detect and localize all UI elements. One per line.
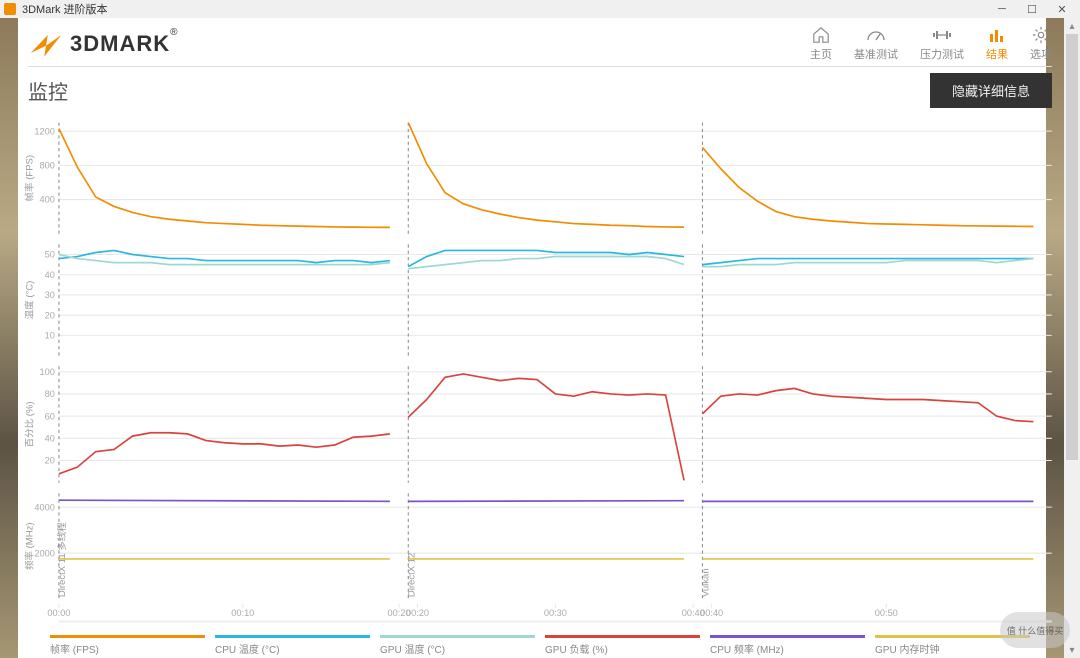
bars-icon xyxy=(986,26,1008,44)
primary-nav: 主页 基准测试 压力测试 结果 选项 xyxy=(810,26,1052,62)
watermark: 值 什么值得买 xyxy=(1000,612,1070,648)
app-header: 3DMARK® 主页 基准测试 压力测试 结果 选项 xyxy=(0,18,1080,66)
window-titlebar: 3DMark 进阶版本 ─ ☐ ✕ xyxy=(0,0,1080,18)
nav-stress[interactable]: 压力测试 xyxy=(920,26,964,62)
svg-text:00:00: 00:00 xyxy=(47,608,70,618)
legend-bar: 帧率 (FPS) CPU 温度 (°C) GPU 温度 (°C) GPU 负载 … xyxy=(0,631,1080,658)
nav-results[interactable]: 结果 xyxy=(986,26,1008,62)
nav-options[interactable]: 选项 xyxy=(1030,26,1052,62)
app-logo-icon xyxy=(4,3,16,15)
svg-text:20: 20 xyxy=(45,310,55,320)
legend-cpu-freq: CPU 频率 (MHz) xyxy=(710,635,875,656)
legend-cpu-temp: CPU 温度 (°C) xyxy=(215,635,380,656)
minimize-button[interactable]: ─ xyxy=(988,1,1016,17)
nav-home[interactable]: 主页 xyxy=(810,26,832,62)
section-row: 监控 隐藏详细信息 xyxy=(0,67,1080,108)
svg-text:60: 60 xyxy=(45,411,55,421)
svg-text:10: 10 xyxy=(45,330,55,340)
app-container: 3DMARK® 主页 基准测试 压力测试 结果 选项 监控 隐藏详细信息 00:… xyxy=(0,18,1080,658)
maximize-button[interactable]: ☐ xyxy=(1018,1,1046,17)
chart-svg: 00:0000:1000:2000:2000:3000:4000:4000:50… xyxy=(18,112,1062,631)
svg-text:帧率 (FPS): 帧率 (FPS) xyxy=(23,155,34,202)
home-icon xyxy=(810,26,832,44)
svg-text:00:30: 00:30 xyxy=(544,608,567,618)
svg-text:00:40: 00:40 xyxy=(700,608,723,618)
svg-text:80: 80 xyxy=(45,389,55,399)
svg-text:100: 100 xyxy=(39,367,54,377)
svg-text:温度 (°C): 温度 (°C) xyxy=(23,281,34,320)
svg-text:50: 50 xyxy=(45,250,55,260)
monitoring-charts: 00:0000:1000:2000:2000:3000:4000:4000:50… xyxy=(18,112,1062,631)
svg-text:30: 30 xyxy=(45,290,55,300)
svg-text:40: 40 xyxy=(45,270,55,280)
svg-text:Vulkan: Vulkan xyxy=(701,568,711,597)
section-title: 监控 xyxy=(28,76,68,105)
brand-logo-icon xyxy=(28,26,64,62)
svg-text:20: 20 xyxy=(45,456,55,466)
nav-benchmark[interactable]: 基准测试 xyxy=(854,26,898,62)
brand-text: 3DMARK® xyxy=(70,31,179,57)
close-button[interactable]: ✕ xyxy=(1048,1,1076,17)
svg-text:00:20: 00:20 xyxy=(406,608,429,618)
svg-text:800: 800 xyxy=(39,160,54,170)
svg-text:40: 40 xyxy=(45,433,55,443)
legend-fps: 帧率 (FPS) xyxy=(50,635,215,656)
svg-text:频率 (MHz): 频率 (MHz) xyxy=(23,522,34,570)
svg-text:00:10: 00:10 xyxy=(231,608,254,618)
svg-text:1200: 1200 xyxy=(34,126,54,136)
gauge-icon xyxy=(865,26,887,44)
legend-gpu-temp: GPU 温度 (°C) xyxy=(380,635,545,656)
svg-text:2000: 2000 xyxy=(34,548,54,558)
svg-text:00:50: 00:50 xyxy=(875,608,898,618)
weight-icon xyxy=(931,26,953,44)
svg-text:4000: 4000 xyxy=(34,502,54,512)
brand: 3DMARK® xyxy=(28,26,179,62)
hide-details-button[interactable]: 隐藏详细信息 xyxy=(930,73,1052,108)
svg-text:百分比 (%): 百分比 (%) xyxy=(23,401,34,447)
svg-text:400: 400 xyxy=(39,195,54,205)
window-title: 3DMark 进阶版本 xyxy=(22,1,108,17)
legend-gpu-load: GPU 负载 (%) xyxy=(545,635,710,656)
gear-icon xyxy=(1030,26,1052,44)
